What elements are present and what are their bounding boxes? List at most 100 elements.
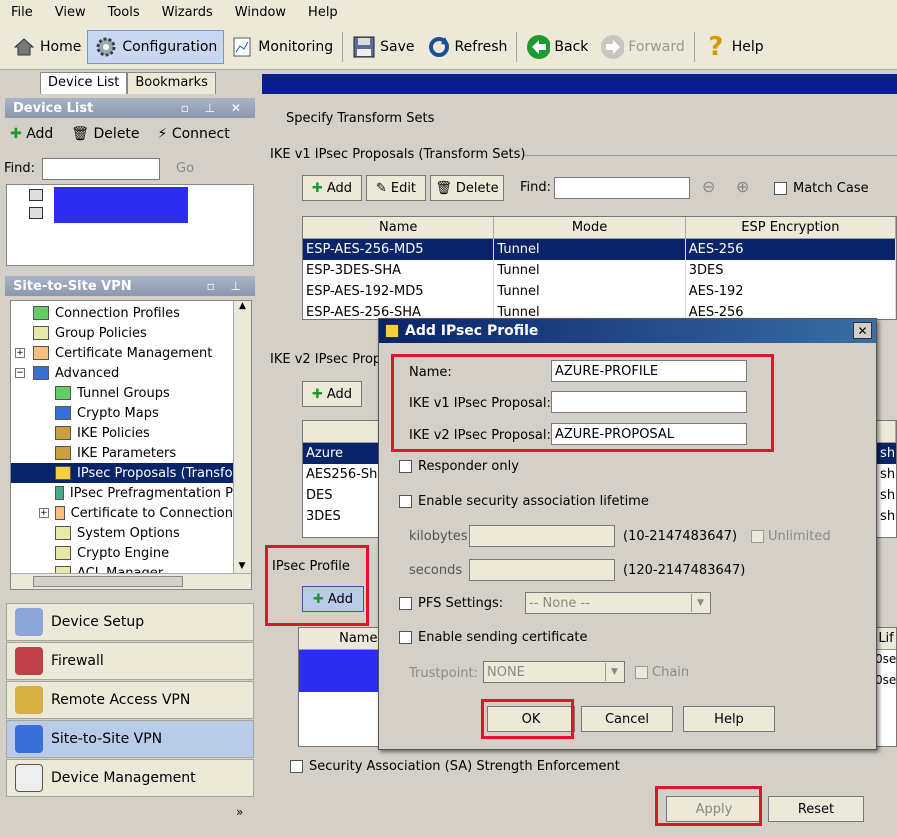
responder-only-checkbox[interactable]: Responder only — [399, 459, 519, 474]
advanced-icon — [33, 366, 49, 380]
checkbox-box[interactable] — [290, 760, 303, 773]
go-button[interactable]: Go — [176, 161, 194, 176]
remote-access-icon — [15, 686, 43, 714]
nav-site-to-site-vpn[interactable]: Site-to-Site VPN — [6, 720, 254, 758]
ike1-add-button[interactable]: ✚ Add — [302, 175, 362, 201]
menu-window[interactable]: Window — [224, 5, 297, 20]
tree-advanced[interactable]: − Advanced — [11, 363, 233, 383]
menu-wizards[interactable]: Wizards — [151, 5, 224, 20]
tree-group-policies[interactable]: Group Policies — [11, 323, 233, 343]
ike1-section-title: IKE v1 IPsec Proposals (Transform Sets) — [270, 147, 526, 162]
ike2-add-button[interactable]: ✚ Add — [302, 381, 362, 407]
expand-icon[interactable]: + — [39, 508, 49, 518]
col-lifetime[interactable]: Lif — [875, 628, 896, 649]
forward-button[interactable]: Forward — [594, 30, 690, 64]
enable-sending-certificate-checkbox[interactable]: Enable sending certificate — [399, 630, 588, 645]
tree-ike-policies[interactable]: IKE Policies — [11, 423, 233, 443]
configuration-button[interactable]: Configuration — [87, 29, 225, 64]
add-device-button[interactable]: ✚ Add — [10, 126, 53, 142]
checkbox-box[interactable] — [635, 666, 648, 679]
scroll-thumb[interactable] — [33, 576, 183, 587]
tree-horizontal-scrollbar[interactable] — [11, 573, 251, 589]
find-previous-icon[interactable]: ⊕ — [736, 177, 749, 196]
ike1-edit-button[interactable]: ✎ Edit — [366, 175, 426, 201]
seconds-range: (120-2147483647) — [623, 563, 746, 578]
col-esp-encryption[interactable]: ESP Encryption — [686, 217, 896, 238]
tree-certificate-to-connection[interactable]: + Certificate to Connection — [11, 503, 233, 523]
pfs-dropdown[interactable]: -- None -- ▼ — [525, 592, 711, 614]
col-name[interactable]: Name — [303, 217, 495, 238]
sa-strength-checkbox[interactable]: Security Association (SA) Strength Enfor… — [290, 759, 620, 774]
menu-help[interactable]: Help — [297, 5, 349, 20]
expand-icon[interactable]: + — [15, 348, 25, 358]
gear-icon — [94, 35, 118, 59]
tab-device-list[interactable]: Device List — [40, 72, 128, 94]
menu-file[interactable]: File — [0, 5, 44, 20]
tree-crypto-engine[interactable]: Crypto Engine — [11, 543, 233, 563]
device-list-header: Device List ▫ ⊥ ✕ — [5, 98, 255, 118]
profile-row-redacted[interactable] — [299, 650, 379, 692]
save-button[interactable]: Save — [346, 30, 420, 64]
kilobytes-label: kilobytes — [409, 529, 468, 544]
find-next-icon[interactable]: ⊖ — [702, 177, 715, 196]
scroll-down-icon[interactable]: ▼ — [234, 561, 250, 571]
panel-controls-icon[interactable]: ▫ ⊥ ✕ — [181, 101, 247, 115]
tree-certificate-management[interactable]: + Certificate Management — [11, 343, 233, 363]
checkbox-box[interactable] — [399, 631, 412, 644]
pfs-settings-checkbox[interactable]: PFS Settings: — [399, 596, 503, 611]
highlight-apply — [655, 786, 762, 826]
reset-button[interactable]: Reset — [768, 796, 864, 822]
ike1-find-input[interactable] — [554, 177, 690, 199]
more-nav-icon[interactable]: » — [236, 805, 243, 819]
nav-device-setup[interactable]: Device Setup — [6, 603, 254, 641]
dialog-titlebar: Add IPsec Profile — [379, 319, 876, 343]
checkbox-box[interactable] — [399, 597, 412, 610]
device-entry-redacted[interactable] — [54, 187, 188, 223]
monitoring-button[interactable]: Monitoring — [224, 30, 339, 64]
table-row[interactable]: ESP-AES-192-MD5 Tunnel AES-192 — [303, 281, 896, 302]
menu-view[interactable]: View — [44, 5, 97, 20]
enable-sa-lifetime-checkbox[interactable]: Enable security association lifetime — [399, 494, 649, 509]
chain-checkbox[interactable]: Chain — [635, 665, 689, 680]
checkbox-box[interactable] — [399, 495, 412, 508]
back-button[interactable]: Back — [520, 30, 594, 64]
table-row[interactable]: ESP-AES-256-MD5 Tunnel AES-256 — [303, 239, 896, 260]
checkbox-box[interactable] — [399, 460, 412, 473]
menu-tools[interactable]: Tools — [97, 5, 151, 20]
tree-system-options[interactable]: System Options — [11, 523, 233, 543]
table-row[interactable]: ESP-3DES-SHA Tunnel 3DES — [303, 260, 896, 281]
checkbox-box[interactable] — [774, 182, 787, 195]
trustpoint-dropdown[interactable]: NONE ▼ — [483, 661, 625, 683]
device-find-input[interactable] — [42, 158, 160, 180]
col-mode[interactable]: Mode — [494, 217, 686, 238]
nav-device-management[interactable]: Device Management — [6, 759, 254, 797]
kilobytes-field[interactable] — [469, 525, 615, 547]
tree-ipsec-proposals[interactable]: IPsec Proposals (Transfo — [11, 463, 233, 483]
tree-vertical-scrollbar[interactable]: ▲ ▼ — [233, 301, 251, 573]
delete-device-button[interactable]: 🗑 Delete — [71, 126, 139, 142]
tree-connection-profiles[interactable]: Connection Profiles — [11, 303, 233, 323]
nav-firewall[interactable]: Firewall — [6, 642, 254, 680]
unlimited-checkbox[interactable]: Unlimited — [751, 529, 831, 544]
dialog-close-button[interactable]: ✕ — [853, 322, 872, 339]
tree-crypto-maps[interactable]: Crypto Maps — [11, 403, 233, 423]
cancel-button[interactable]: Cancel — [581, 706, 673, 732]
dialog-help-button[interactable]: Help — [683, 706, 775, 732]
seconds-field[interactable] — [469, 559, 615, 581]
certificate-icon — [54, 506, 65, 520]
home-button[interactable]: Home — [6, 30, 87, 64]
tree-ipsec-prefragmentation[interactable]: IPsec Prefragmentation P — [11, 483, 233, 503]
refresh-button[interactable]: Refresh — [421, 30, 514, 64]
connect-button[interactable]: ⚡ Connect — [158, 126, 230, 142]
nav-remote-access-vpn[interactable]: Remote Access VPN — [6, 681, 254, 719]
tree-tunnel-groups[interactable]: Tunnel Groups — [11, 383, 233, 403]
checkbox-box[interactable] — [751, 530, 764, 543]
collapse-icon[interactable]: − — [15, 368, 25, 378]
match-case-checkbox[interactable]: Match Case — [774, 181, 869, 196]
ike1-delete-button[interactable]: 🗑 Delete — [430, 175, 504, 201]
tree-ike-parameters[interactable]: IKE Parameters — [11, 443, 233, 463]
help-button[interactable]: ? Help — [698, 30, 770, 64]
tab-bookmarks[interactable]: Bookmarks — [127, 72, 216, 94]
panel-controls-icon[interactable]: ▫ ⊥ — [207, 279, 247, 293]
scroll-up-icon[interactable]: ▲ — [234, 301, 251, 311]
